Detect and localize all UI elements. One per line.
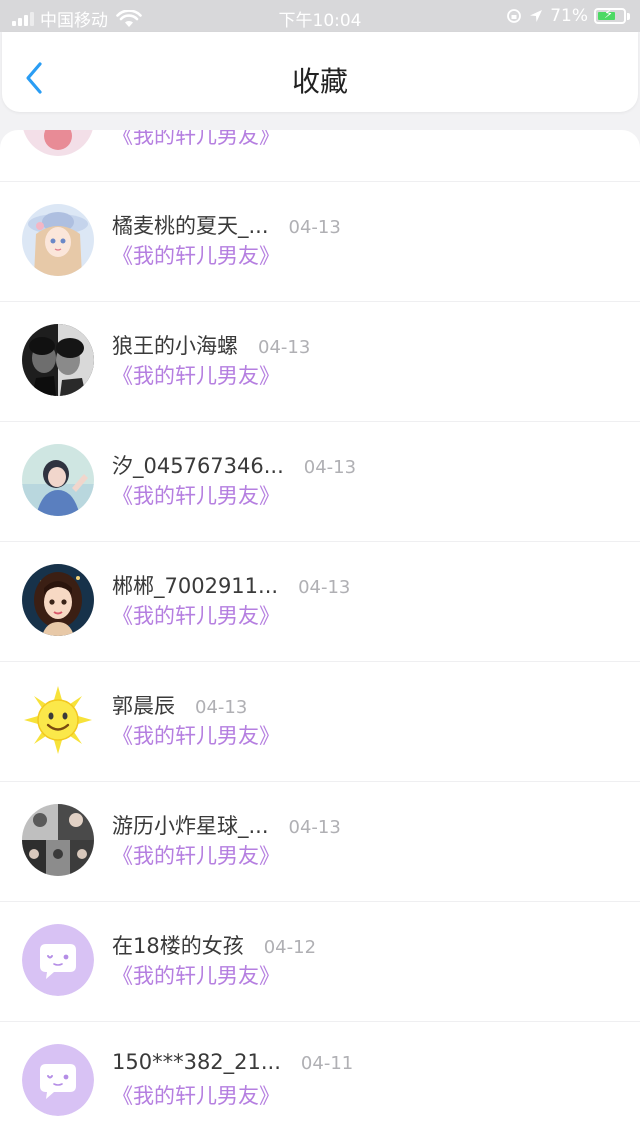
smiling-sun-icon <box>22 684 94 756</box>
user-name[interactable]: 郴郴_7002911... <box>112 570 278 600</box>
bw-couple-photo-icon <box>22 324 94 396</box>
list-item[interactable]: 汐_045767346... 04-13 《我的轩儿男友》 <box>0 422 640 542</box>
battery-icon: ⚡ <box>594 7 626 24</box>
favorite-date: 04-13 <box>298 577 351 598</box>
book-title[interactable]: 《我的轩儿男友》 <box>112 1080 280 1110</box>
favorite-date: 04-13 <box>288 817 341 838</box>
status-right: 71% ⚡ <box>506 6 630 26</box>
book-title[interactable]: 《我的轩儿男友》 <box>112 240 280 270</box>
avatar[interactable] <box>22 130 94 156</box>
item-header: 在18楼的女孩 04-12 <box>112 930 316 960</box>
avatar[interactable] <box>22 324 94 396</box>
book-title[interactable]: 《我的轩儿男友》 <box>112 840 280 870</box>
avatar[interactable] <box>22 684 94 756</box>
list-item[interactable]: 150***382_21... 04-11 《我的轩儿男友》 <box>0 1022 640 1138</box>
favorite-date: 04-13 <box>303 457 357 478</box>
user-name[interactable]: 150***382_21... <box>112 1050 281 1074</box>
book-title[interactable]: 《我的轩儿男友》 <box>112 960 280 990</box>
avatar[interactable] <box>22 1044 94 1116</box>
page-title: 收藏 <box>291 65 348 98</box>
anime-girl-hat-icon <box>22 204 94 276</box>
favorite-date: 04-13 <box>258 337 311 358</box>
book-title[interactable]: 《我的轩儿男友》 <box>112 600 280 630</box>
pastel-photo-icon <box>22 130 94 156</box>
user-name[interactable]: 狼王的小海螺 <box>112 330 238 360</box>
favorite-date: 04-12 <box>263 937 317 958</box>
book-title[interactable]: 《我的轩儿男友》 <box>112 130 280 150</box>
nav-bar: 收藏 <box>2 32 638 112</box>
list-item[interactable]: 在18楼的女孩 04-12 《我的轩儿男友》 <box>0 902 640 1022</box>
list-item[interactable]: 橘麦桃的夏天_... 04-13 《我的轩儿男友》 <box>0 182 640 302</box>
book-title[interactable]: 《我的轩儿男友》 <box>112 720 280 750</box>
user-name[interactable]: 橘麦桃的夏天_... <box>112 210 269 240</box>
favorite-date: 04-13 <box>195 697 248 718</box>
item-header: 150***382_21... 04-11 <box>112 1050 353 1074</box>
list-item[interactable]: 郭晨辰 04-13 《我的轩儿男友》 <box>0 662 640 782</box>
item-header: 汐_045767346... 04-13 <box>112 450 356 480</box>
list-item[interactable]: 狼王的小海螺 04-13 《我的轩儿男友》 <box>0 302 640 422</box>
item-header: 郴郴_7002911... 04-13 <box>112 570 350 600</box>
list-item[interactable]: 《我的轩儿男友》 <box>0 130 640 182</box>
book-title[interactable]: 《我的轩儿男友》 <box>112 360 280 390</box>
user-name[interactable]: 郭晨辰 <box>112 690 175 720</box>
avatar[interactable] <box>22 804 94 876</box>
avatar[interactable] <box>22 564 94 636</box>
orientation-lock-icon <box>507 9 522 23</box>
chat-bubble-icon <box>22 1044 94 1116</box>
battery-tip <box>627 12 630 20</box>
user-name[interactable]: 在18楼的女孩 <box>112 930 244 960</box>
illustrated-girl-icon <box>22 564 94 636</box>
item-header: 狼王的小海螺 04-13 <box>112 330 310 360</box>
chat-bubble-icon <box>22 924 94 996</box>
favorite-date: 04-11 <box>300 1053 354 1074</box>
favorite-date: 04-13 <box>288 217 341 238</box>
status-bar: 中国移动 下午10:04 71% ⚡ <box>0 0 640 32</box>
item-header: 游历小炸星球_... 04-13 <box>112 810 341 840</box>
item-header: 橘麦桃的夏天_... 04-13 <box>112 210 341 240</box>
list-item[interactable]: 游历小炸星球_... 04-13 《我的轩儿男友》 <box>0 782 640 902</box>
avatar[interactable] <box>22 204 94 276</box>
girl-photo-icon <box>22 444 94 516</box>
book-title[interactable]: 《我的轩儿男友》 <box>112 480 280 510</box>
avatar[interactable] <box>22 924 94 996</box>
avatar[interactable] <box>22 444 94 516</box>
collage-photo-icon <box>22 804 94 876</box>
battery-percent: 71% <box>550 6 588 26</box>
list-item[interactable]: 郴郴_7002911... 04-13 《我的轩儿男友》 <box>0 542 640 662</box>
location-icon <box>530 10 543 22</box>
user-name[interactable]: 游历小炸星球_... <box>112 810 269 840</box>
item-header: 郭晨辰 04-13 <box>112 690 247 720</box>
user-name[interactable]: 汐_045767346... <box>112 450 284 480</box>
favorites-list: 《我的轩儿男友》 橘麦桃的夏天_... 04-13 《我的轩儿男友》 狼王的小海… <box>0 130 640 1138</box>
